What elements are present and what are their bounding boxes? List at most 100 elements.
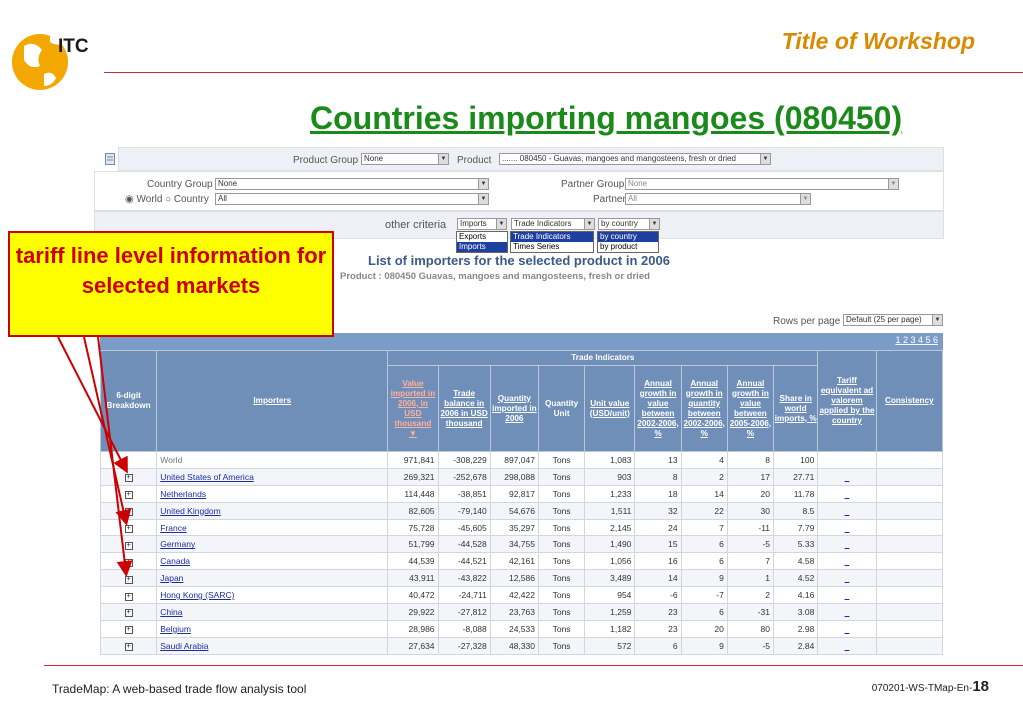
cell-tariff[interactable]: _ — [817, 636, 877, 655]
col-tariff[interactable]: Tariff equivalent ad valorem applied by … — [817, 350, 877, 452]
product-select[interactable]: ....... 080450 - Guavas, mangoes and man… — [499, 153, 771, 165]
tariff-link[interactable]: _ — [845, 624, 850, 634]
cell-growth-value: 13 — [634, 451, 682, 469]
expand-icon[interactable]: + — [99, 501, 158, 520]
tariff-link[interactable]: _ — [845, 539, 850, 549]
cell-share: 4.16 — [773, 586, 819, 605]
page-links[interactable]: 1 2 3 4 5 6 — [895, 335, 938, 345]
col-share[interactable]: Share in world imports, % — [773, 365, 819, 452]
col-balance[interactable]: Trade balance in 2006 in USD thousand — [437, 365, 491, 452]
importer-name[interactable]: United States of America — [156, 467, 389, 486]
tariff-link[interactable]: _ — [845, 590, 850, 600]
tariff-link[interactable]: _ — [845, 556, 850, 566]
col-growth-value[interactable]: Annual growth in value between 2002-2006… — [634, 365, 682, 452]
footer-text: TradeMap: A web-based trade flow analysi… — [52, 682, 307, 696]
indicator-select[interactable]: Trade Indicators ▼ — [511, 218, 595, 230]
cell-quantity: 24,533 — [489, 619, 539, 638]
col-quantity[interactable]: Quantity imported in 2006 — [489, 365, 539, 452]
partner-select[interactable]: All ▼ — [625, 193, 811, 205]
expand-icon[interactable]: + — [124, 541, 133, 550]
expand-icon[interactable]: + — [124, 558, 133, 567]
expand-icon[interactable] — [99, 451, 158, 469]
importer-name[interactable]: Belgium — [156, 619, 389, 638]
by-option[interactable]: by product — [598, 242, 658, 252]
cell-tariff[interactable]: _ — [817, 569, 877, 588]
importer-name[interactable]: Hong Kong (SARC) — [156, 586, 389, 605]
by-select[interactable]: by country ▼ — [598, 218, 660, 230]
expand-icon[interactable]: + — [124, 643, 133, 652]
expand-icon[interactable]: + — [99, 569, 158, 588]
cell-tariff[interactable]: _ — [817, 535, 877, 554]
tariff-link[interactable]: _ — [845, 489, 850, 499]
expand-icon[interactable]: + — [99, 467, 158, 486]
country-group-select[interactable]: None ▼ — [215, 178, 489, 190]
flow-option[interactable]: Imports — [457, 242, 507, 252]
importer-name[interactable]: Netherlands — [156, 484, 389, 503]
expand-icon[interactable]: + — [99, 484, 158, 503]
importer-name[interactable]: Japan — [156, 569, 389, 588]
expand-icon[interactable]: + — [124, 525, 133, 533]
tariff-link[interactable]: _ — [845, 523, 850, 533]
cell-tariff[interactable]: _ — [817, 619, 877, 638]
cell-balance: -252,678 — [437, 467, 491, 486]
tariff-link[interactable]: _ — [845, 607, 850, 617]
expand-icon[interactable]: + — [99, 603, 158, 621]
col-unit-value[interactable]: Unit value (USD/unit) — [584, 365, 636, 452]
partner-group-select[interactable]: None ▼ — [625, 178, 899, 190]
indicator-option[interactable]: Times Series — [511, 242, 593, 252]
cell-tariff[interactable] — [817, 451, 877, 469]
table-row: + Netherlands 114,448 -38,851 92,817 Tons 1,23… — [99, 484, 944, 503]
country-radio[interactable]: ○ Country — [165, 194, 209, 205]
expand-icon[interactable]: + — [99, 535, 158, 554]
country-select[interactable]: All ▼ — [215, 193, 489, 205]
importer-name[interactable]: Canada — [156, 552, 389, 571]
indicator-option[interactable]: Trade Indicators — [511, 232, 593, 242]
importer-name[interactable]: Saudi Arabia — [156, 636, 389, 655]
expand-icon[interactable]: + — [99, 619, 158, 638]
expand-icon[interactable]: + — [99, 518, 158, 537]
expand-icon[interactable]: + — [124, 609, 133, 618]
expand-icon[interactable]: + — [124, 575, 133, 584]
expand-icon[interactable]: + — [124, 508, 133, 517]
col-importers[interactable]: Importers — [156, 350, 389, 452]
expand-icon[interactable]: + — [99, 552, 158, 571]
cell-consistency — [875, 501, 944, 520]
col-growth-value-2005[interactable]: Annual growth in value between 2005-2006… — [726, 365, 775, 452]
cell-tariff[interactable]: _ — [817, 467, 877, 486]
importer-name[interactable]: China — [156, 603, 389, 621]
flow-option[interactable]: Exports — [457, 232, 507, 242]
col-consistency[interactable]: Consistency — [875, 350, 944, 452]
by-option[interactable]: by country — [598, 232, 658, 242]
product-group-select[interactable]: None ▼ — [361, 153, 449, 165]
expand-icon[interactable]: + — [124, 491, 133, 500]
partner-value: All — [628, 194, 637, 203]
expand-icon[interactable]: + — [99, 636, 158, 655]
tariff-link[interactable]: _ — [845, 573, 850, 583]
col-value[interactable]: Value imported in 2006, in USD thousand ▼ — [387, 365, 439, 452]
importer-name[interactable]: France — [156, 518, 389, 537]
cell-tariff[interactable]: _ — [817, 586, 877, 605]
importer-name[interactable]: Germany — [156, 535, 389, 554]
tariff-link[interactable]: _ — [845, 641, 850, 651]
cell-tariff[interactable]: _ — [817, 518, 877, 537]
importer-name[interactable]: United Kingdom — [156, 501, 389, 520]
flow-select[interactable]: Imports ▼ — [457, 218, 507, 230]
expand-icon[interactable]: + — [99, 586, 158, 605]
cell-tariff[interactable]: _ — [817, 552, 877, 571]
rows-per-page-select[interactable]: Default (25 per page) ▼ — [843, 314, 943, 326]
cell-tariff[interactable]: _ — [817, 603, 877, 621]
country-row: Country Group None ▼ ◉ World ○ Country Al… — [94, 171, 944, 211]
cell-growth-quantity: 2 — [680, 467, 728, 486]
chevron-down-icon: ▼ — [478, 194, 488, 204]
cell-tariff[interactable]: _ — [817, 501, 877, 520]
tariff-link[interactable]: _ — [845, 506, 850, 516]
cell-balance: -45,605 — [437, 518, 491, 537]
world-radio[interactable]: ◉ World — [125, 194, 162, 205]
expand-icon[interactable]: + — [124, 474, 133, 483]
expand-icon[interactable]: + — [124, 592, 133, 601]
col-growth-quantity[interactable]: Annual growth in quantity between 2002-2… — [680, 365, 728, 452]
cell-tariff[interactable]: _ — [817, 484, 877, 503]
tariff-link[interactable]: _ — [845, 472, 850, 482]
expand-icon[interactable]: + — [124, 626, 133, 635]
slide-code: 070201-WS-TMap-En- — [871, 683, 973, 694]
